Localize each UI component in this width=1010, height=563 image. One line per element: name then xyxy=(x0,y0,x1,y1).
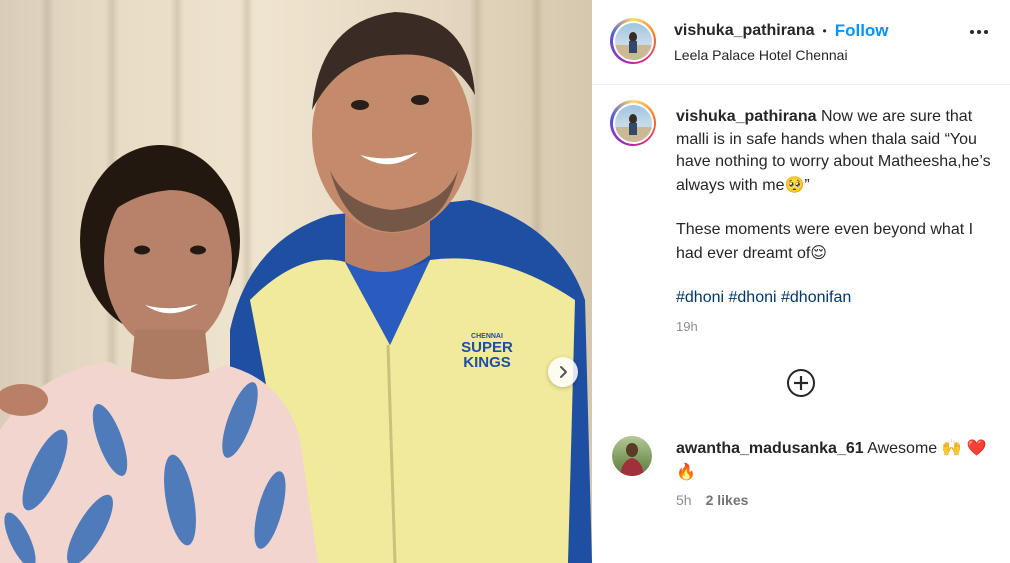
load-more-comments-button[interactable] xyxy=(786,368,816,398)
hashtag-link[interactable]: #dhoni xyxy=(729,289,777,306)
caption-text: vishuka_pathirana Now we are sure that m… xyxy=(676,106,994,338)
caption-timestamp[interactable]: 19h xyxy=(676,316,994,339)
hashtags: #dhoni #dhoni #dhonifan xyxy=(676,287,994,310)
avatar-image xyxy=(614,104,652,142)
comment-meta: 5h 2 likes xyxy=(676,492,748,508)
photo-illustration xyxy=(0,12,592,563)
follow-button[interactable]: Follow xyxy=(835,21,889,41)
author-avatar[interactable] xyxy=(610,18,656,64)
add-circle-icon xyxy=(787,369,815,397)
post-photo[interactable]: CHENNAI SUPER KINGS xyxy=(0,0,592,563)
location-link[interactable]: Leela Palace Hotel Chennai xyxy=(674,47,848,63)
post-header: vishuka_pathirana • Follow Leela Palace … xyxy=(592,0,1010,85)
woman-eye xyxy=(134,245,150,255)
author-username[interactable]: vishuka_pathirana xyxy=(674,22,815,40)
separator-dot: • xyxy=(822,24,827,38)
next-photo-button[interactable] xyxy=(548,357,578,387)
avatar-image xyxy=(614,22,652,60)
comment-body: awantha_madusanka_61 Awesome 🙌 ❤️ 🔥 xyxy=(676,436,994,484)
chevron-right-icon xyxy=(560,366,567,378)
jersey-logo-main: SUPER xyxy=(461,339,513,356)
comment-text: Awesome xyxy=(867,440,938,457)
jersey-logo-sub: KINGS xyxy=(463,354,511,371)
post-side-panel: vishuka_pathirana • Follow Leela Palace … xyxy=(592,0,1010,563)
man-eye xyxy=(351,100,369,110)
jersey-logo: CHENNAI SUPER KINGS xyxy=(452,333,522,370)
author-line: vishuka_pathirana • Follow xyxy=(674,21,889,41)
caption-username[interactable]: vishuka_pathirana xyxy=(676,108,817,125)
caption-paragraph-2: These moments were even beyond what I ha… xyxy=(676,219,994,265)
commenter-avatar[interactable] xyxy=(612,436,652,476)
caption-line-1-tail: ” xyxy=(804,176,810,194)
woman-eye xyxy=(190,245,206,255)
more-horizontal-icon[interactable] xyxy=(970,30,988,34)
caption-author-avatar[interactable] xyxy=(610,100,656,146)
relieved-face-emoji: 😌 xyxy=(810,242,827,262)
hashtag-link[interactable]: #dhonifan xyxy=(781,289,851,306)
comment-timestamp[interactable]: 5h xyxy=(676,492,692,508)
hashtag-link[interactable]: #dhoni xyxy=(676,289,724,306)
comment-likes[interactable]: 2 likes xyxy=(706,492,749,508)
man-eye xyxy=(411,95,429,105)
caption-paragraph-1: vishuka_pathirana Now we are sure that m… xyxy=(676,106,994,197)
pleading-face-emoji: 🥺 xyxy=(784,174,805,194)
commenter-username[interactable]: awantha_madusanka_61 xyxy=(676,440,864,457)
